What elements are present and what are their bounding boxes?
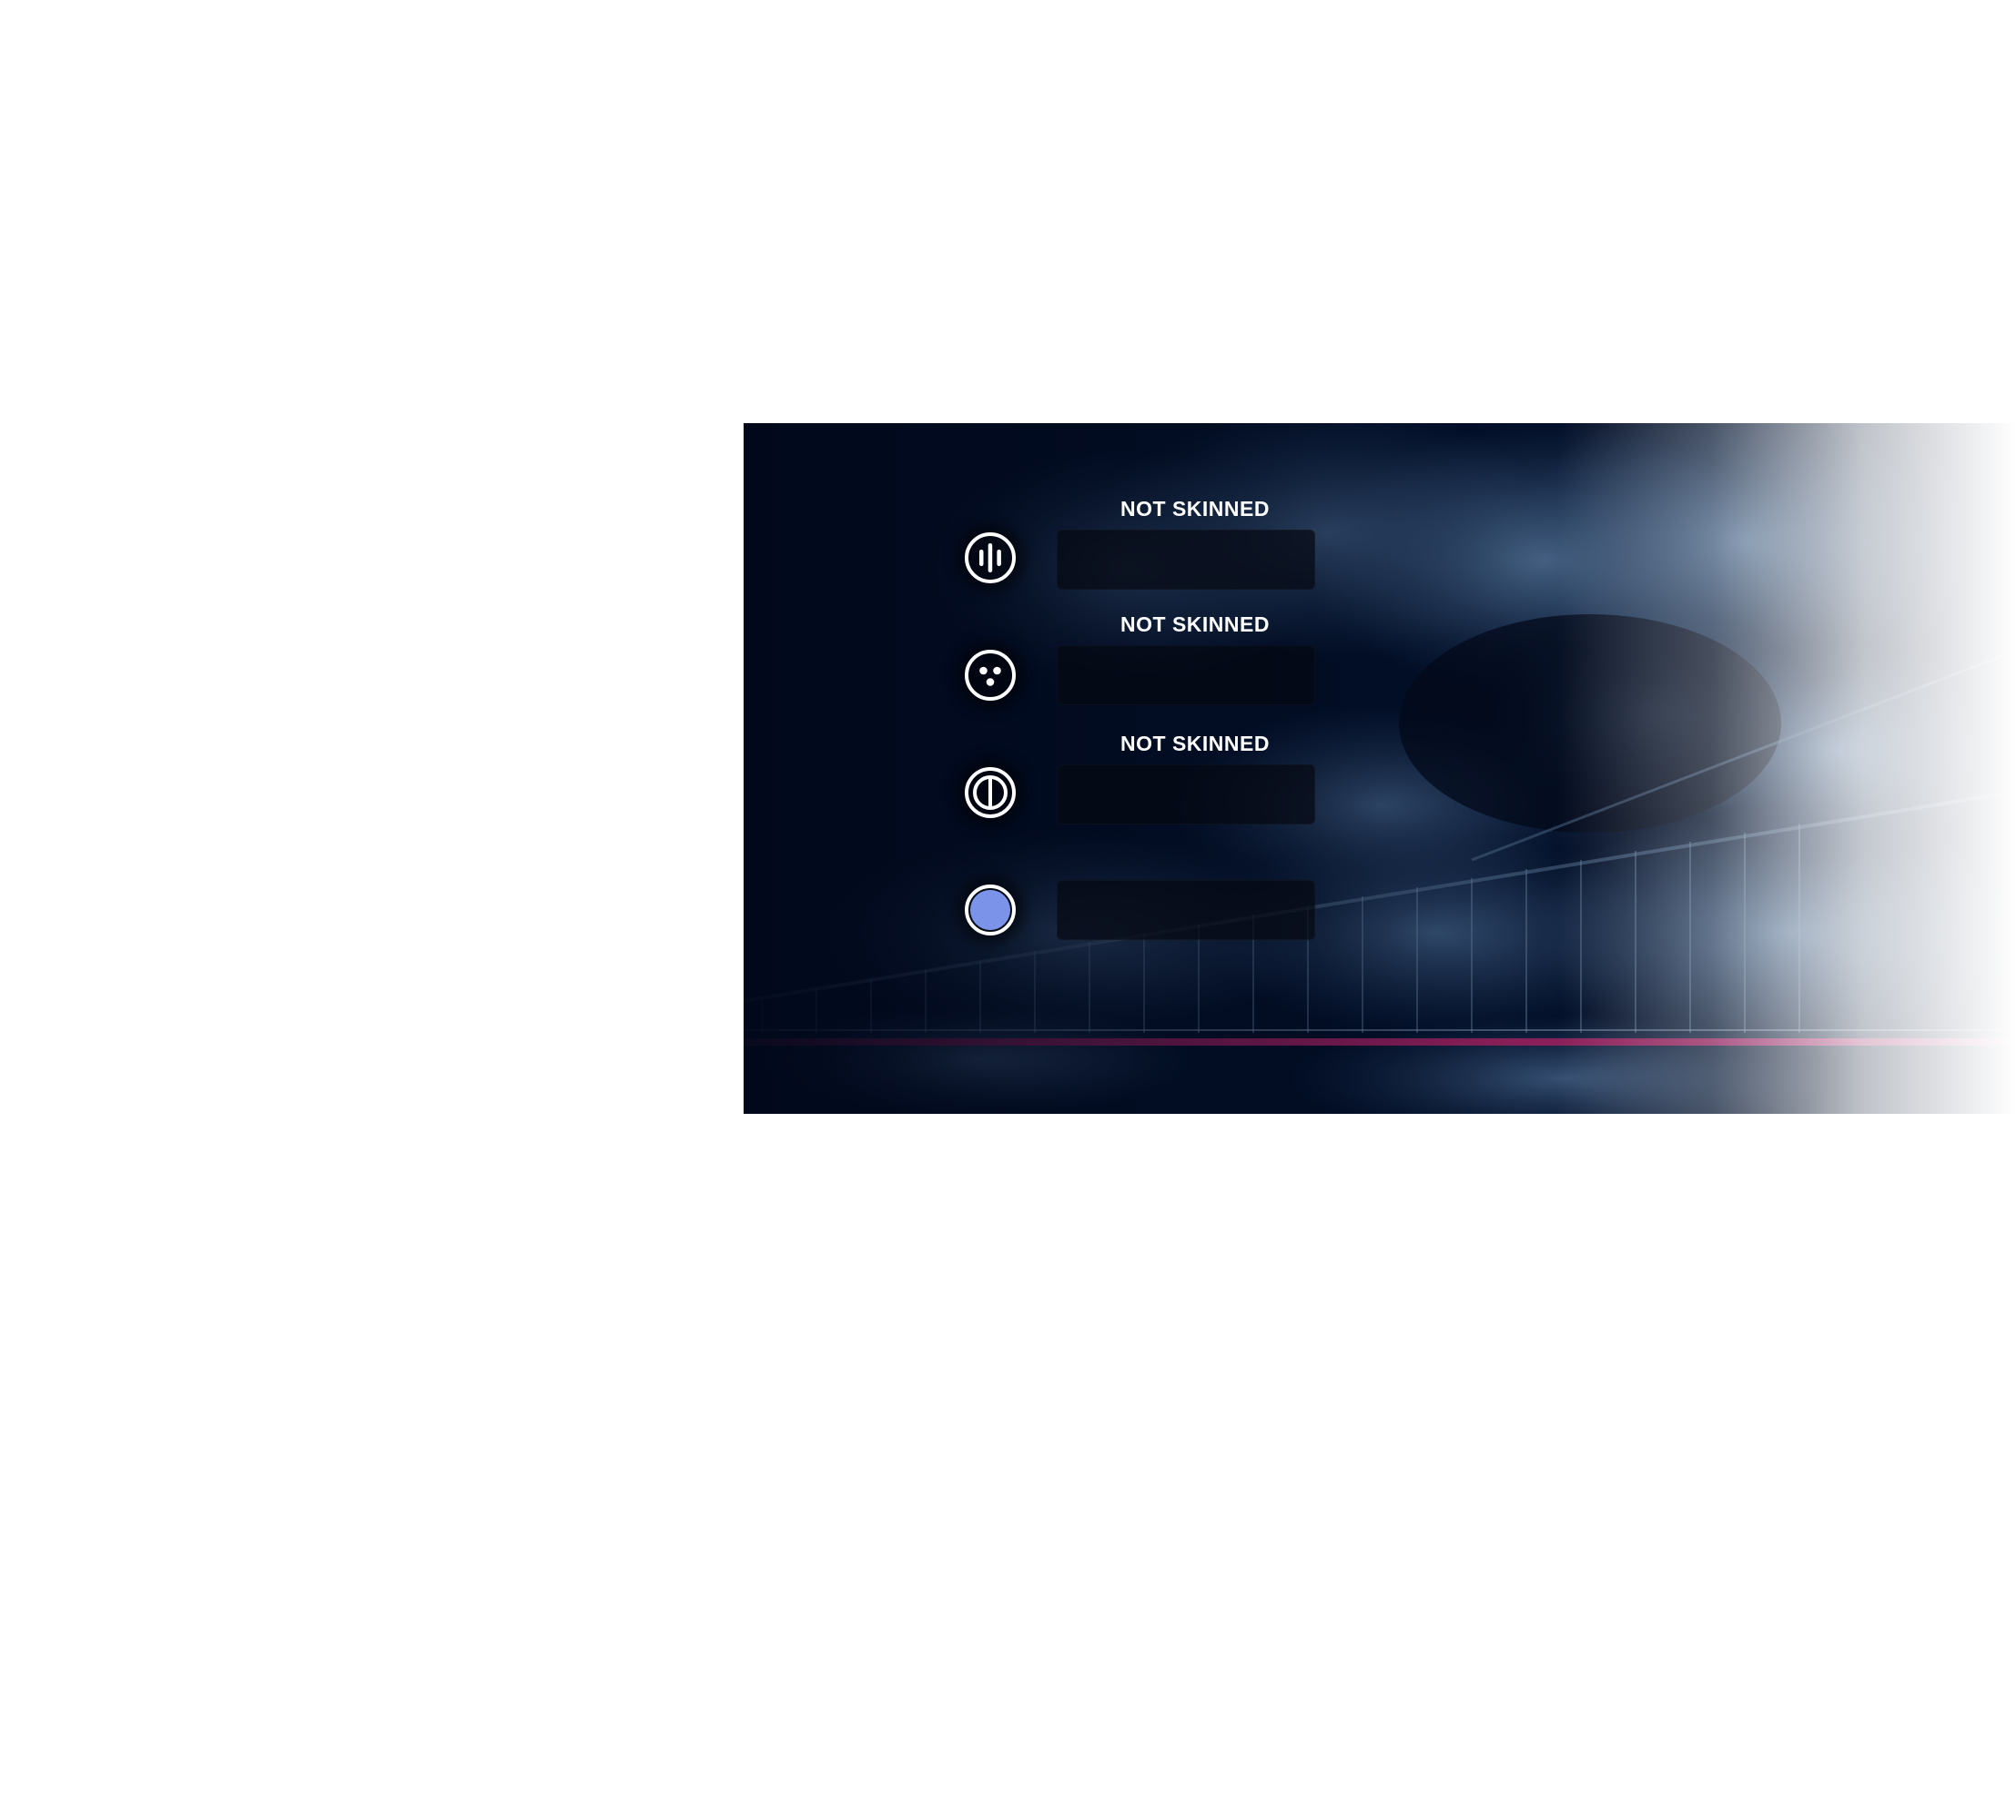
sound-bars-icon[interactable]: [962, 530, 1018, 586]
skin-field[interactable]: [1057, 645, 1315, 705]
skin-field[interactable]: [1057, 530, 1315, 590]
three-dots-icon[interactable]: [962, 647, 1018, 703]
slot-status-label: NOT SKINNED: [1120, 732, 1270, 755]
filled-circle-icon[interactable]: [962, 882, 1018, 938]
background-scene: [744, 423, 2016, 1114]
skin-field[interactable]: [1057, 880, 1315, 940]
slot-status-label: NOT SKINNED: [1120, 497, 1270, 521]
skin-field[interactable]: [1057, 764, 1315, 824]
slot-status-label: NOT SKINNED: [1120, 612, 1270, 636]
split-circle-icon[interactable]: [962, 764, 1018, 821]
skin-selector-panel: NOT SKINNED NOT SKINNED NOT SKINNED: [744, 423, 2016, 1114]
